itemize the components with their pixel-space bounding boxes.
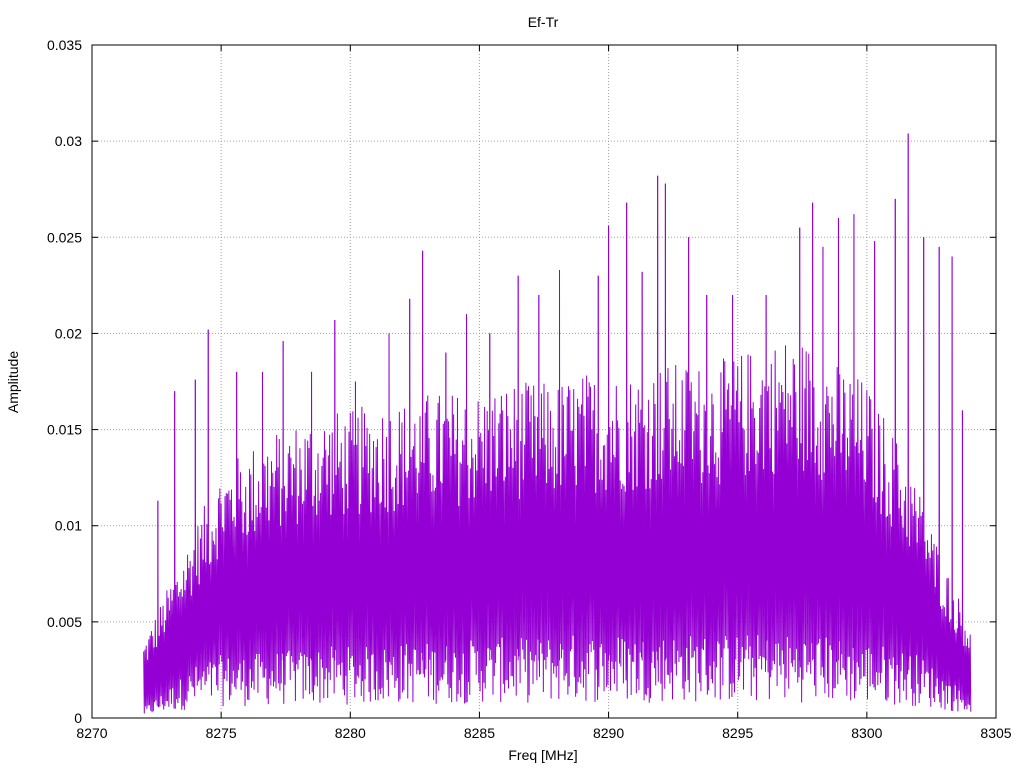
- y-tick-label: 0.02: [55, 325, 82, 341]
- x-axis-label: Freq [MHz]: [508, 747, 577, 763]
- y-tick-label: 0: [74, 710, 82, 726]
- y-tick-label: 0.015: [47, 422, 82, 438]
- x-tick-label: 8275: [206, 725, 237, 741]
- x-tick-label: 8270: [76, 725, 107, 741]
- chart: 8270 8275 8280 8285 8290 8295 8300 8305 0 0.005 0…: [0, 0, 1024, 768]
- x-tick-label: 8290: [593, 725, 624, 741]
- y-axis-label: Amplitude: [5, 351, 21, 413]
- x-tick-label: 8300: [851, 725, 882, 741]
- x-tick-label: 8285: [464, 725, 495, 741]
- y-tick-label: 0.01: [55, 518, 82, 534]
- y-tick-label: 0.035: [47, 37, 82, 53]
- y-tick-label: 0.025: [47, 229, 82, 245]
- x-tick-label: 8305: [980, 725, 1011, 741]
- x-tick-label: 8295: [722, 725, 753, 741]
- chart-title: Ef-Tr: [528, 14, 559, 30]
- y-tick-label: 0.03: [55, 133, 82, 149]
- x-tick-label: 8280: [335, 725, 366, 741]
- chart-svg: 8270 8275 8280 8285 8290 8295 8300 8305 0 0.005 0…: [0, 0, 1024, 768]
- y-tick-label: 0.005: [47, 614, 82, 630]
